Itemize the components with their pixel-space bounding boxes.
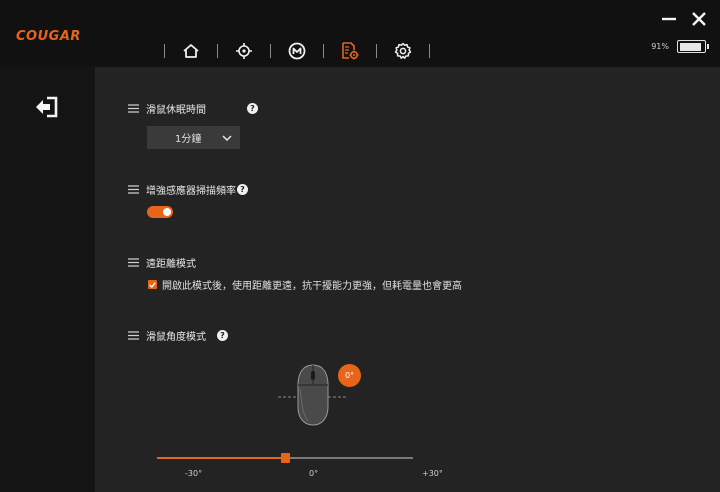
top-bar: COUGAR 91%: [0, 0, 720, 67]
section-sleep-header: 滑鼠休眠時間 ?: [128, 101, 258, 116]
check-icon: [149, 281, 156, 288]
battery-level-fill: [679, 42, 702, 51]
slider-min-label: -30°: [185, 469, 203, 478]
sleep-time-dropdown[interactable]: 1分鐘: [147, 126, 240, 149]
list-icon: [128, 185, 139, 194]
side-panel: [0, 67, 95, 492]
lod-checkbox-row: 開啟此模式後，使用距離更遠，抗干擾能力更強，但耗電量也會更高: [148, 277, 462, 292]
gear-icon: [394, 42, 412, 59]
main-content: 滑鼠休眠時間 ? 1分鐘 增強感應器掃描頻率 ? 遠距離模式 開啟此模式後，使用…: [95, 67, 720, 492]
polling-toggle[interactable]: [147, 206, 173, 218]
nav-home-button[interactable]: [176, 39, 206, 63]
lod-checkbox-label: 開啟此模式後，使用距離更遠，抗干擾能力更強，但耗電量也會更高: [162, 281, 462, 292]
help-icon[interactable]: ?: [247, 103, 258, 114]
macro-icon: [288, 42, 306, 60]
nav-dpi-button[interactable]: [229, 39, 259, 63]
section-angle-header: 滑鼠角度模式 ?: [128, 328, 228, 343]
sleep-time-value: 1分鐘: [175, 134, 202, 145]
settings-doc-icon: [342, 42, 359, 60]
section-lod-header: 遠距離模式: [128, 255, 196, 270]
nav-separator: [270, 44, 271, 58]
close-icon[interactable]: [690, 10, 708, 28]
main-nav: [153, 39, 441, 63]
nav-macro-button[interactable]: [282, 39, 312, 63]
slider-thumb[interactable]: [280, 453, 290, 463]
list-icon: [128, 258, 139, 267]
nav-separator: [376, 44, 377, 58]
slider-track-filled: [157, 457, 285, 459]
nav-separator: [323, 44, 324, 58]
toggle-knob: [163, 208, 171, 216]
help-icon[interactable]: ?: [217, 330, 228, 341]
nav-separator: [429, 44, 430, 58]
back-icon[interactable]: [34, 95, 60, 119]
battery-percent: 91%: [651, 42, 669, 51]
section-lod-title: 遠距離模式: [146, 259, 196, 270]
section-polling-header: 增強感應器掃描頻率 ?: [128, 182, 248, 197]
minimize-icon[interactable]: [660, 10, 678, 28]
cougar-logo: COUGAR: [16, 29, 81, 44]
battery-icon: [677, 40, 709, 53]
section-sleep-title: 滑鼠休眠時間: [146, 105, 206, 116]
chevron-down-icon: [222, 134, 232, 141]
window-controls: [660, 10, 708, 28]
slider-mid-label: 0°: [309, 469, 319, 478]
angle-slider[interactable]: [157, 452, 413, 464]
list-icon: [128, 104, 139, 113]
section-angle-title: 滑鼠角度模式: [146, 332, 206, 343]
dpi-target-icon: [236, 43, 252, 59]
battery-status: 91%: [651, 40, 709, 53]
nav-gear-button[interactable]: [388, 39, 418, 63]
section-polling-title: 增強感應器掃描頻率: [146, 186, 236, 197]
nav-settings-doc-button[interactable]: [335, 39, 365, 63]
list-icon: [128, 331, 139, 340]
slider-track: [285, 457, 413, 459]
help-icon[interactable]: ?: [237, 184, 248, 195]
home-icon: [183, 44, 199, 58]
lod-checkbox[interactable]: [148, 280, 157, 289]
nav-separator: [164, 44, 165, 58]
slider-max-label: +30°: [422, 469, 443, 478]
angle-value-badge: 0°: [338, 364, 361, 387]
nav-separator: [217, 44, 218, 58]
